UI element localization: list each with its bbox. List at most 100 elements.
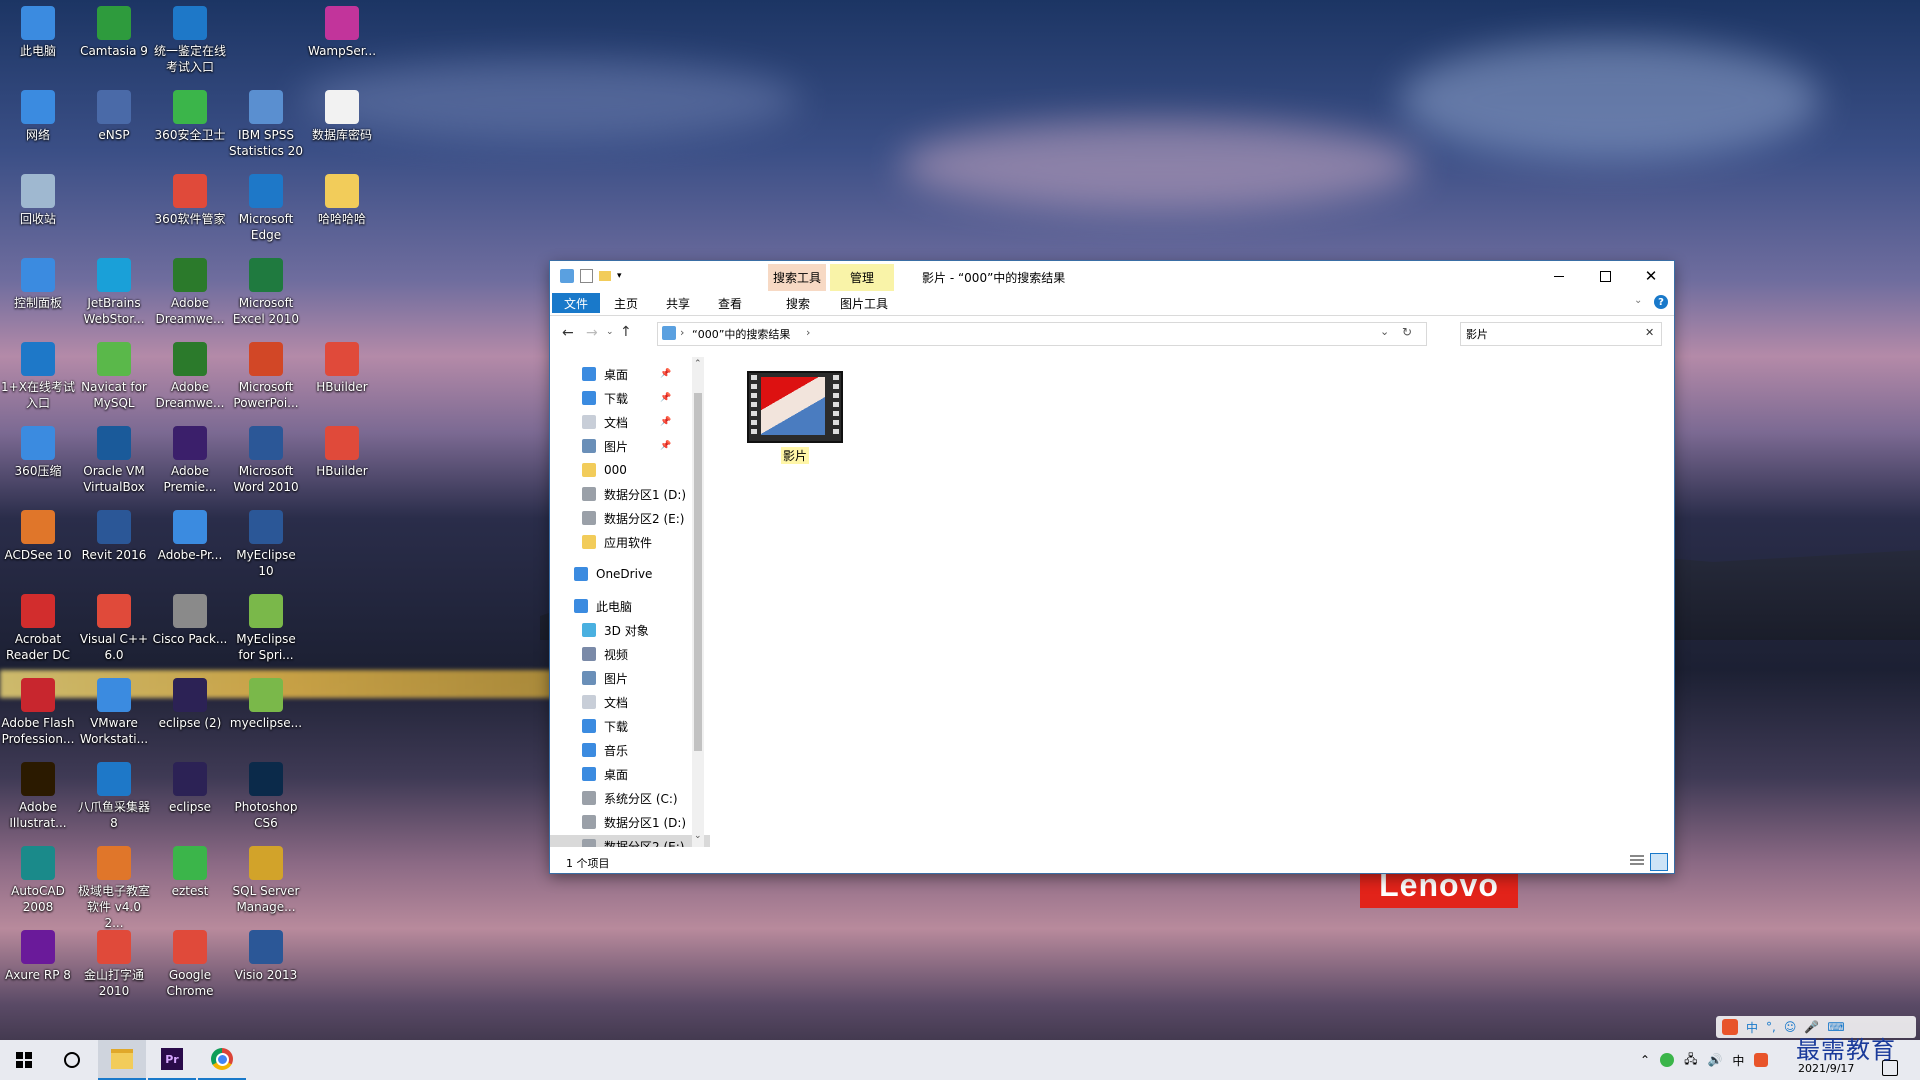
taskbar-file-explorer[interactable] [98, 1040, 146, 1080]
desktop-icon-item[interactable]: Adobe Illustrat... [0, 756, 76, 831]
nav-item[interactable]: 数据分区1 (D:) [582, 811, 686, 833]
file-explorer-window[interactable]: ▾ 搜索工具 管理 影片 - “000”中的搜索结果 ✕ 文件 主页 共享 查看… [550, 261, 1674, 873]
desktop-icon-item[interactable]: Acrobat Reader DC [0, 588, 76, 663]
taskbar-chrome[interactable] [198, 1040, 246, 1080]
nav-item[interactable]: 下载 📌 [582, 387, 671, 409]
ime-punctuation-icon[interactable]: °, [1766, 1020, 1776, 1034]
customize-qat-icon[interactable]: ▾ [617, 269, 625, 283]
address-path[interactable]: “000”中的搜索结果 [692, 326, 790, 342]
nav-item[interactable]: 000 [582, 459, 627, 481]
scrollbar-thumb[interactable] [694, 393, 702, 751]
nav-item[interactable]: 文档 [582, 691, 628, 713]
desktop-icon-item[interactable]: Adobe Premie... [152, 420, 228, 495]
desktop-icon-item[interactable]: AutoCAD 2008 [0, 840, 76, 915]
desktop-icon-item[interactable]: 360软件管家 [152, 168, 228, 227]
details-view-icon[interactable] [1630, 855, 1644, 867]
desktop-icon-item[interactable]: Microsoft PowerPoi... [228, 336, 304, 411]
navigation-pane-scrollbar[interactable]: ⌃ ⌄ [692, 357, 704, 847]
refresh-icon[interactable]: ↻ [1402, 325, 1412, 339]
help-icon[interactable]: ? [1654, 295, 1668, 309]
ime-mode-label[interactable]: 中 [1746, 1019, 1758, 1036]
nav-item[interactable]: 图片 [582, 667, 628, 689]
expand-ribbon-icon[interactable]: ⌄ [1634, 295, 1642, 306]
desktop-icon-item[interactable]: 网络 [0, 84, 76, 143]
nav-item[interactable]: 桌面 [582, 763, 628, 785]
nav-item[interactable]: 数据分区2 (E:) [550, 835, 710, 847]
nav-item[interactable]: 应用软件 [582, 531, 652, 553]
desktop-icon-item[interactable]: ACDSee 10 [0, 504, 76, 563]
desktop-icon-item[interactable]: 控制面板 [0, 252, 76, 311]
desktop-icon-item[interactable]: 数据库密码 [304, 84, 380, 143]
desktop-icon-item[interactable]: Adobe Dreamwe... [152, 252, 228, 327]
desktop-icon-item[interactable]: HBuilder [304, 336, 380, 395]
nav-item[interactable]: 桌面 📌 [582, 363, 671, 385]
up-button[interactable]: ↑ [620, 324, 632, 340]
desktop-icon-item[interactable]: 极域电子教室软件 v4.0 2... [76, 840, 152, 931]
desktop-icon-item[interactable]: myeclipse... [228, 672, 304, 731]
forward-button[interactable]: → [586, 325, 598, 341]
desktop-icon-item[interactable]: eztest [152, 840, 228, 899]
desktop-icon-item[interactable]: 360安全卫士 [152, 84, 228, 143]
nav-item[interactable]: 系统分区 (C:) [582, 787, 678, 809]
tab-search[interactable]: 搜索 [770, 293, 826, 313]
desktop-icon-item[interactable]: Photoshop CS6 [228, 756, 304, 831]
desktop-icon-item[interactable]: Oracle VM VirtualBox [76, 420, 152, 495]
desktop-icon-item[interactable]: Cisco Pack... [152, 588, 228, 647]
sogou-tray-icon[interactable] [1754, 1053, 1769, 1067]
file-name[interactable]: 影片 [780, 447, 809, 464]
desktop-icon-item[interactable]: 此电脑 [0, 0, 76, 59]
breadcrumb-chevron-icon[interactable]: › [806, 326, 810, 339]
desktop-icon-item[interactable]: JetBrains WebStor... [76, 252, 152, 327]
tab-share[interactable]: 共享 [654, 293, 702, 313]
desktop-icon-item[interactable]: 360压缩 [0, 420, 76, 479]
desktop-icon-item[interactable]: WampSer... [304, 0, 380, 59]
file-item[interactable]: 影片 [740, 371, 850, 464]
show-hidden-icons[interactable]: ⌃ [1640, 1053, 1650, 1067]
desktop-icon-item[interactable]: Google Chrome [152, 924, 228, 999]
volume-icon[interactable]: 🔊 [1707, 1053, 1722, 1067]
desktop-icon-item[interactable]: Navicat for MySQL [76, 336, 152, 411]
tab-home[interactable]: 主页 [602, 293, 650, 313]
desktop-icon-item[interactable]: Camtasia 9 [76, 0, 152, 59]
recent-locations-button[interactable]: ⌄ [606, 327, 614, 337]
desktop-icon-item[interactable]: Visio 2013 [228, 924, 304, 983]
desktop-icon-item[interactable]: Adobe Dreamwe... [152, 336, 228, 411]
desktop-icon-item[interactable]: MyEclipse 10 [228, 504, 304, 579]
nav-item[interactable]: 音乐 [582, 739, 628, 761]
scroll-down-icon[interactable]: ⌄ [694, 831, 702, 841]
ime-emoji-icon[interactable]: ☺ [1784, 1020, 1797, 1034]
desktop-icon-item[interactable]: MyEclipse for Spri... [228, 588, 304, 663]
new-folder-icon[interactable] [599, 271, 611, 281]
large-icons-view-icon[interactable] [1650, 853, 1668, 871]
search-input[interactable]: 影片 [1466, 326, 1488, 342]
desktop-icon-item[interactable]: Microsoft Excel 2010 [228, 252, 304, 327]
close-button[interactable]: ✕ [1628, 261, 1674, 291]
minimize-button[interactable] [1536, 261, 1582, 291]
desktop-icon-item[interactable]: 金山打字通 2010 [76, 924, 152, 999]
address-dropdown-icon[interactable]: ⌄ [1380, 325, 1389, 338]
back-button[interactable]: ← [562, 325, 574, 341]
nav-item[interactable]: 图片 📌 [582, 435, 671, 457]
desktop-icon-item[interactable]: 统一鉴定在线考试入口 [152, 0, 228, 75]
taskbar-search-button[interactable] [48, 1040, 96, 1080]
maximize-button[interactable] [1582, 261, 1628, 291]
desktop-icon-item[interactable]: Revit 2016 [76, 504, 152, 563]
nav-item[interactable]: 视频 [582, 643, 628, 665]
desktop-icon-item[interactable]: eclipse [152, 756, 228, 815]
desktop-icon-item[interactable]: VMware Workstati... [76, 672, 152, 747]
desktop-icon-item[interactable]: Microsoft Edge [228, 168, 304, 243]
start-button[interactable] [0, 1040, 48, 1080]
nav-item[interactable]: 此电脑 [574, 595, 632, 617]
search-box[interactable]: 影片 ✕ [1460, 322, 1662, 346]
taskbar-premiere[interactable]: Pr [148, 1040, 196, 1080]
desktop-icon-item[interactable]: Visual C++ 6.0 [76, 588, 152, 663]
tab-picture-tools[interactable]: 图片工具 [832, 293, 896, 313]
network-tray-icon[interactable]: 🖧 [1684, 1050, 1697, 1071]
nav-item[interactable]: 数据分区1 (D:) [582, 483, 686, 505]
scroll-up-icon[interactable]: ⌃ [694, 359, 702, 369]
desktop-icon-item[interactable]: Adobe-Pr... [152, 504, 228, 563]
clear-search-icon[interactable]: ✕ [1645, 326, 1654, 339]
desktop-icon-item[interactable]: Axure RP 8 [0, 924, 76, 983]
tab-file[interactable]: 文件 [552, 293, 600, 313]
input-method-icon[interactable]: 中 [1732, 1052, 1744, 1069]
